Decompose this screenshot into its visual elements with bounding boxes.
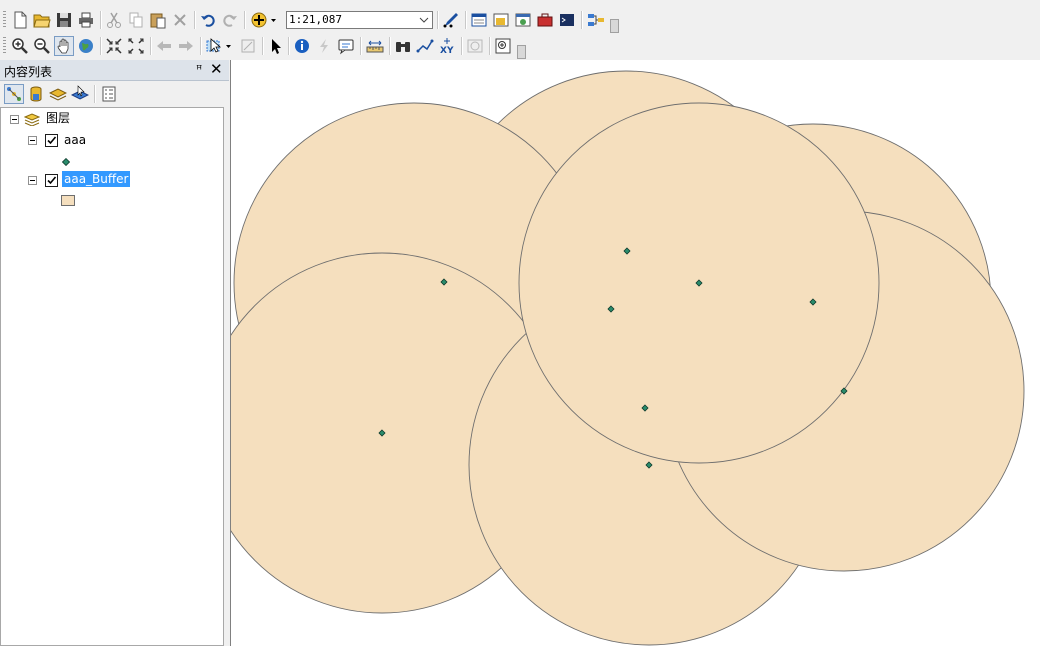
copy-icon[interactable] [126, 10, 146, 30]
arctoolbox-icon[interactable] [535, 10, 555, 30]
undo-icon[interactable] [198, 10, 218, 30]
delete-icon[interactable] [170, 10, 190, 30]
toolbar-grip[interactable] [3, 37, 6, 55]
toc-tree: 图层 aaa aaa_Buffer [0, 107, 224, 646]
hyperlink-icon[interactable] [314, 36, 334, 56]
svg-text:XY: XY [440, 46, 454, 55]
magnifier-icon[interactable] [493, 36, 513, 56]
search-window-icon[interactable] [513, 10, 533, 30]
separator [100, 37, 102, 55]
point-symbol-icon[interactable] [61, 155, 71, 167]
editor-toolbar-icon[interactable] [441, 10, 461, 30]
map-canvas[interactable] [231, 60, 1040, 646]
layers-icon [23, 112, 41, 127]
pan-icon[interactable] [54, 36, 74, 56]
forward-extent-icon[interactable] [176, 36, 196, 56]
standard-toolbar: 1:21,087 [0, 7, 1040, 33]
separator [465, 11, 467, 29]
list-by-selection-icon[interactable] [70, 84, 90, 104]
pin-icon[interactable]: ꟸ [196, 63, 202, 76]
clear-selection-icon[interactable] [238, 36, 258, 56]
chevron-down-icon[interactable] [418, 12, 430, 28]
separator [461, 37, 463, 55]
separator [437, 11, 439, 29]
measure-icon[interactable] [365, 36, 385, 56]
save-icon[interactable] [54, 10, 74, 30]
table-of-contents-icon[interactable] [469, 10, 489, 30]
separator [194, 11, 196, 29]
zoom-in-icon[interactable] [10, 36, 30, 56]
find-icon[interactable] [393, 36, 413, 56]
model-builder-icon[interactable] [586, 10, 606, 30]
cut-icon[interactable] [104, 10, 124, 30]
buffer-polygons [231, 70, 1025, 646]
separator [244, 11, 246, 29]
separator [360, 37, 362, 55]
collapse-toggle[interactable] [28, 176, 37, 185]
polygon-symbol-icon[interactable] [61, 195, 75, 206]
collapse-toggle[interactable] [10, 115, 19, 124]
separator [389, 37, 391, 55]
map-view[interactable] [230, 60, 1040, 646]
back-extent-icon[interactable] [154, 36, 174, 56]
separator [262, 37, 264, 55]
new-document-icon[interactable] [10, 10, 30, 30]
separator [489, 37, 491, 55]
catalog-icon[interactable] [491, 10, 511, 30]
collapse-toggle[interactable] [28, 136, 37, 145]
zoom-out-icon[interactable] [32, 36, 52, 56]
fixed-zoom-in-icon[interactable] [104, 36, 124, 56]
tools-toolbar: XY [0, 33, 1040, 59]
toolbar-overflow-button[interactable] [517, 45, 526, 59]
paste-icon[interactable] [148, 10, 168, 30]
identify-icon[interactable] [292, 36, 312, 56]
go-to-xy-icon[interactable]: XY [437, 36, 457, 56]
print-icon[interactable] [76, 10, 96, 30]
layer-visibility-checkbox[interactable] [45, 174, 58, 187]
map-scale-value: 1:21,087 [289, 13, 342, 26]
list-by-visibility-icon[interactable] [48, 84, 68, 104]
select-elements-icon[interactable] [266, 36, 286, 56]
fixed-zoom-out-icon[interactable] [126, 36, 146, 56]
find-route-icon[interactable] [415, 36, 435, 56]
layer-name[interactable]: aaa_Buffer [62, 171, 131, 187]
map-scale-dropdown[interactable]: 1:21,087 [286, 11, 433, 29]
select-features-icon[interactable] [204, 36, 234, 56]
toolbar-grip[interactable] [3, 11, 6, 29]
toc-title-bar: 内容列表 ꟸ ✕ [0, 60, 229, 81]
time-slider-icon[interactable] [465, 36, 485, 56]
open-folder-icon[interactable] [32, 10, 52, 30]
layers-root-label[interactable]: 图层 [44, 110, 72, 126]
list-by-source-icon[interactable] [26, 84, 46, 104]
python-window-icon[interactable] [557, 10, 577, 30]
toolbar-overflow-button[interactable] [610, 19, 619, 33]
separator [581, 11, 583, 29]
toc-toolbar [0, 81, 229, 107]
layer-name[interactable]: aaa [62, 132, 88, 148]
list-by-drawing-order-icon[interactable] [4, 84, 24, 104]
separator [94, 85, 96, 103]
close-icon[interactable]: ✕ [210, 60, 223, 78]
options-icon[interactable] [99, 84, 119, 104]
separator [288, 37, 290, 55]
html-popup-icon[interactable] [336, 36, 356, 56]
separator [150, 37, 152, 55]
separator [200, 37, 202, 55]
add-data-icon[interactable] [249, 10, 279, 30]
layer-visibility-checkbox[interactable] [45, 134, 58, 147]
separator [100, 11, 102, 29]
redo-icon[interactable] [220, 10, 240, 30]
toc-title: 内容列表 [4, 65, 53, 79]
table-of-contents-panel: 内容列表 ꟸ ✕ 图层 aaa aaa_Buffer [0, 60, 229, 646]
full-extent-icon[interactable] [76, 36, 96, 56]
